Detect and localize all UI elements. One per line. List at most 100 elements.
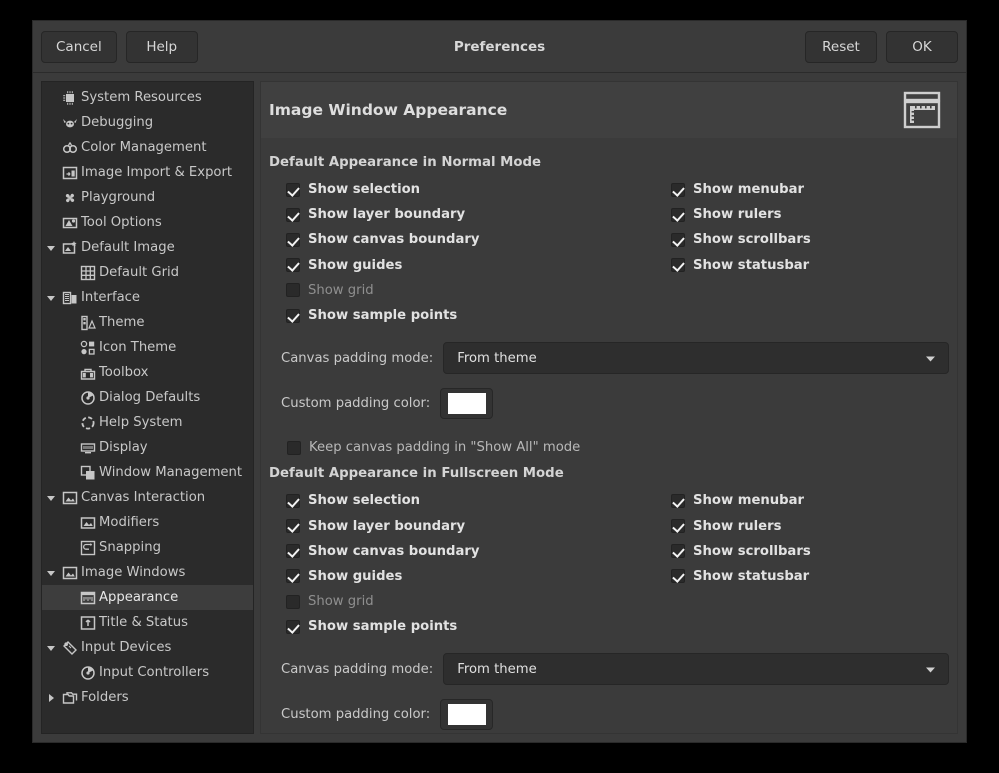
checkbox-fullscreen-mode-show-statusbar[interactable]: Show statusbar [671,564,949,589]
checkbox-unchecked-icon[interactable] [286,283,300,297]
checkbox-fullscreen-mode-show-canvas-boundary[interactable]: Show canvas boundary [286,539,671,564]
checkbox-checked-icon[interactable] [286,569,300,583]
checkbox-fullscreen-mode-show-sample-points[interactable]: Show sample points [286,614,671,639]
chevron-down-icon[interactable] [42,492,60,504]
checkbox-checked-icon[interactable] [286,620,300,634]
checkbox-normal-mode-show-rulers[interactable]: Show rulers [671,202,949,227]
checkbox-normal-mode-show-layer-boundary[interactable]: Show layer boundary [286,202,671,227]
checkbox-fullscreen-mode-show-menubar[interactable]: Show menubar [671,488,949,513]
checkbox-checked-icon[interactable] [671,233,685,247]
sidebar-item-display[interactable]: Display [42,435,253,460]
sidebar-item-interface[interactable]: Interface [42,285,253,310]
sidebar-item-label: Folders [80,690,129,705]
sidebar-item-default-grid[interactable]: Default Grid [42,260,253,285]
checkbox-checked-icon[interactable] [671,494,685,508]
ok-button[interactable]: OK [886,31,958,63]
checkbox-checked-icon[interactable] [286,519,300,533]
checkbox-unchecked-icon[interactable] [287,441,301,455]
checkbox-normal-mode-keep-canvas-padding[interactable]: Keep canvas padding in "Show All" mode [269,435,949,460]
checkbox-normal-mode-show-guides[interactable]: Show guides [286,253,671,278]
sidebar-item-system-resources[interactable]: System Resources [42,85,253,110]
custom-padding-color-button[interactable] [440,699,493,730]
checkbox-checked-icon[interactable] [286,258,300,272]
checkbox-normal-mode-show-menubar[interactable]: Show menubar [671,177,949,202]
sidebar-item-theme[interactable]: Theme [42,310,253,335]
sidebar-item-label: Title & Status [98,615,188,630]
checkbox-normal-mode-show-selection[interactable]: Show selection [286,177,671,202]
sidebar-item-modifiers[interactable]: Modifiers [42,510,253,535]
reset-button[interactable]: Reset [805,31,877,63]
chevron-down-icon[interactable] [42,242,60,254]
checkbox-checked-icon[interactable] [286,208,300,222]
sidebar-item-default-image[interactable]: Default Image [42,235,253,260]
cancel-button[interactable]: Cancel [41,31,117,63]
sidebar-item-icon-theme[interactable]: Icon Theme [42,335,253,360]
checkbox-label: Show canvas boundary [308,544,479,559]
chevron-down-icon[interactable] [42,642,60,654]
sidebar-item-debugging[interactable]: Debugging [42,110,253,135]
sidebar-item-dialog-defaults[interactable]: Dialog Defaults [42,385,253,410]
sidebar-item-appearance[interactable]: Appearance [42,585,253,610]
canvas-padding-mode-row-fullscreen-mode: Canvas padding mode:From theme [269,653,949,685]
checkbox-checked-icon[interactable] [286,309,300,323]
sidebar-item-help-system[interactable]: Help System [42,410,253,435]
checkbox-label: Keep canvas padding in "Show All" mode [309,440,580,455]
sidebar-item-toolbox[interactable]: Toolbox [42,360,253,385]
checkbox-checked-icon[interactable] [671,519,685,533]
sidebar-item-color-management[interactable]: Color Management [42,135,253,160]
checkbox-normal-mode-show-sample-points[interactable]: Show sample points [286,303,671,328]
sidebar-item-image-windows[interactable]: Image Windows [42,560,253,585]
sidebar-item-canvas-interaction[interactable]: Canvas Interaction [42,485,253,510]
sidebar-item-title-status[interactable]: Title & Status [42,610,253,635]
sidebar-item-playground[interactable]: Playground [42,185,253,210]
sidebar-item-folders[interactable]: Folders [42,685,253,710]
chevron-right-icon[interactable] [42,692,60,704]
checkbox-fullscreen-mode-show-scrollbars[interactable]: Show scrollbars [671,539,949,564]
canvas-padding-mode-dropdown[interactable]: From theme [443,342,949,374]
checkbox-normal-mode-show-grid[interactable]: Show grid [286,278,671,303]
checkbox-checked-icon[interactable] [671,569,685,583]
checkbox-checked-icon[interactable] [671,258,685,272]
checkbox-checked-icon[interactable] [286,494,300,508]
sidebar-item-input-devices[interactable]: Input Devices [42,635,253,660]
checkbox-checked-icon[interactable] [286,233,300,247]
checkbox-normal-mode-show-scrollbars[interactable]: Show scrollbars [671,227,949,252]
help-button[interactable]: Help [126,31,198,63]
sidebar-item-tool-options[interactable]: Tool Options [42,210,253,235]
checkbox-fullscreen-mode-show-grid[interactable]: Show grid [286,589,671,614]
preferences-sidebar[interactable]: System ResourcesDebuggingColor Managemen… [41,81,254,734]
grid-spacer [671,589,949,614]
sidebar-item-snapping[interactable]: Snapping [42,535,253,560]
checkbox-checked-icon[interactable] [671,544,685,558]
checkbox-checked-icon[interactable] [286,183,300,197]
color-swatch [448,704,486,725]
checkbox-normal-mode-show-statusbar[interactable]: Show statusbar [671,253,949,278]
checkbox-label: Show guides [308,569,402,584]
checkbox-checked-icon[interactable] [286,544,300,558]
checkbox-unchecked-icon[interactable] [286,595,300,609]
canvas-padding-mode-dropdown[interactable]: From theme [443,653,949,685]
checkbox-normal-mode-show-canvas-boundary[interactable]: Show canvas boundary [286,227,671,252]
sidebar-item-label: Window Management [98,465,242,480]
sidebar-item-label: Default Image [80,240,175,255]
checkbox-fullscreen-mode-show-selection[interactable]: Show selection [286,488,671,513]
interface-icon [60,290,80,306]
sidebar-item-label: Canvas Interaction [80,490,205,505]
custom-padding-color-button[interactable] [440,388,493,419]
sidebar-item-input-controllers[interactable]: Input Controllers [42,660,253,685]
appearance-icon [78,590,98,606]
checkbox-checked-icon[interactable] [671,183,685,197]
sidebar-item-label: Display [98,440,148,455]
section-title-fullscreen-mode: Default Appearance in Fullscreen Mode [269,466,949,481]
checkbox-checked-icon[interactable] [671,208,685,222]
chevron-down-icon[interactable] [42,292,60,304]
sidebar-item-image-import-export[interactable]: Image Import & Export [42,160,253,185]
sidebar-item-window-management[interactable]: Window Management [42,460,253,485]
checkbox-label: Show selection [308,182,420,197]
toolbox-icon [78,365,98,381]
checkbox-fullscreen-mode-show-guides[interactable]: Show guides [286,564,671,589]
chevron-down-icon[interactable] [42,567,60,579]
checkbox-fullscreen-mode-show-layer-boundary[interactable]: Show layer boundary [286,514,671,539]
checkbox-fullscreen-mode-show-rulers[interactable]: Show rulers [671,514,949,539]
color-swatch [448,393,486,414]
